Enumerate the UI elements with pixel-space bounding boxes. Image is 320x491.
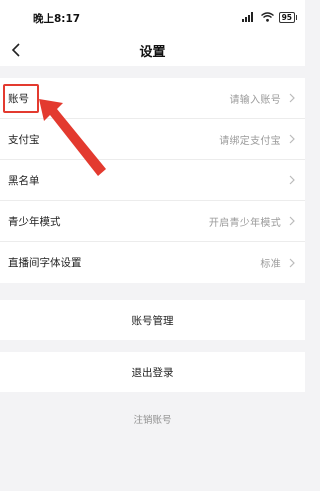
chevron-right-icon bbox=[287, 133, 297, 145]
battery-icon: 95 bbox=[278, 11, 298, 23]
settings-row-font[interactable]: 直播间字体设置 标准 bbox=[0, 242, 305, 283]
nav-bar: 设置 bbox=[0, 34, 305, 66]
cancel-account-link[interactable]: 注销账号 bbox=[0, 412, 305, 426]
status-icons: 95 bbox=[241, 11, 298, 23]
row-value: 开启青少年模式 bbox=[208, 217, 281, 229]
row-value: 标准 bbox=[260, 259, 281, 270]
signal-bars-icon bbox=[241, 12, 253, 22]
annotation-arrow-icon bbox=[39, 99, 106, 176]
row-label: 青少年模式 bbox=[8, 215, 61, 228]
page-title: 设置 bbox=[139, 45, 166, 60]
wifi-icon bbox=[260, 12, 274, 22]
chevron-right-icon bbox=[287, 92, 297, 104]
account-manage-button[interactable]: 账号管理 bbox=[0, 300, 305, 340]
row-value: 请绑定支付宝 bbox=[219, 135, 281, 147]
row-value: 请输入账号 bbox=[229, 94, 281, 106]
chevron-right-icon bbox=[287, 257, 297, 269]
status-bar: 晚上8:17 95 bbox=[0, 0, 305, 34]
status-time: 晚上8:17 bbox=[33, 13, 81, 25]
chevron-right-icon bbox=[287, 174, 297, 186]
annotation-highlight-box bbox=[3, 84, 39, 113]
row-label: 直播间字体设置 bbox=[8, 257, 82, 269]
logout-button[interactable]: 退出登录 bbox=[0, 352, 305, 392]
settings-row-teen-mode[interactable]: 青少年模式 开启青少年模式 bbox=[0, 201, 305, 242]
chevron-right-icon bbox=[287, 215, 297, 227]
